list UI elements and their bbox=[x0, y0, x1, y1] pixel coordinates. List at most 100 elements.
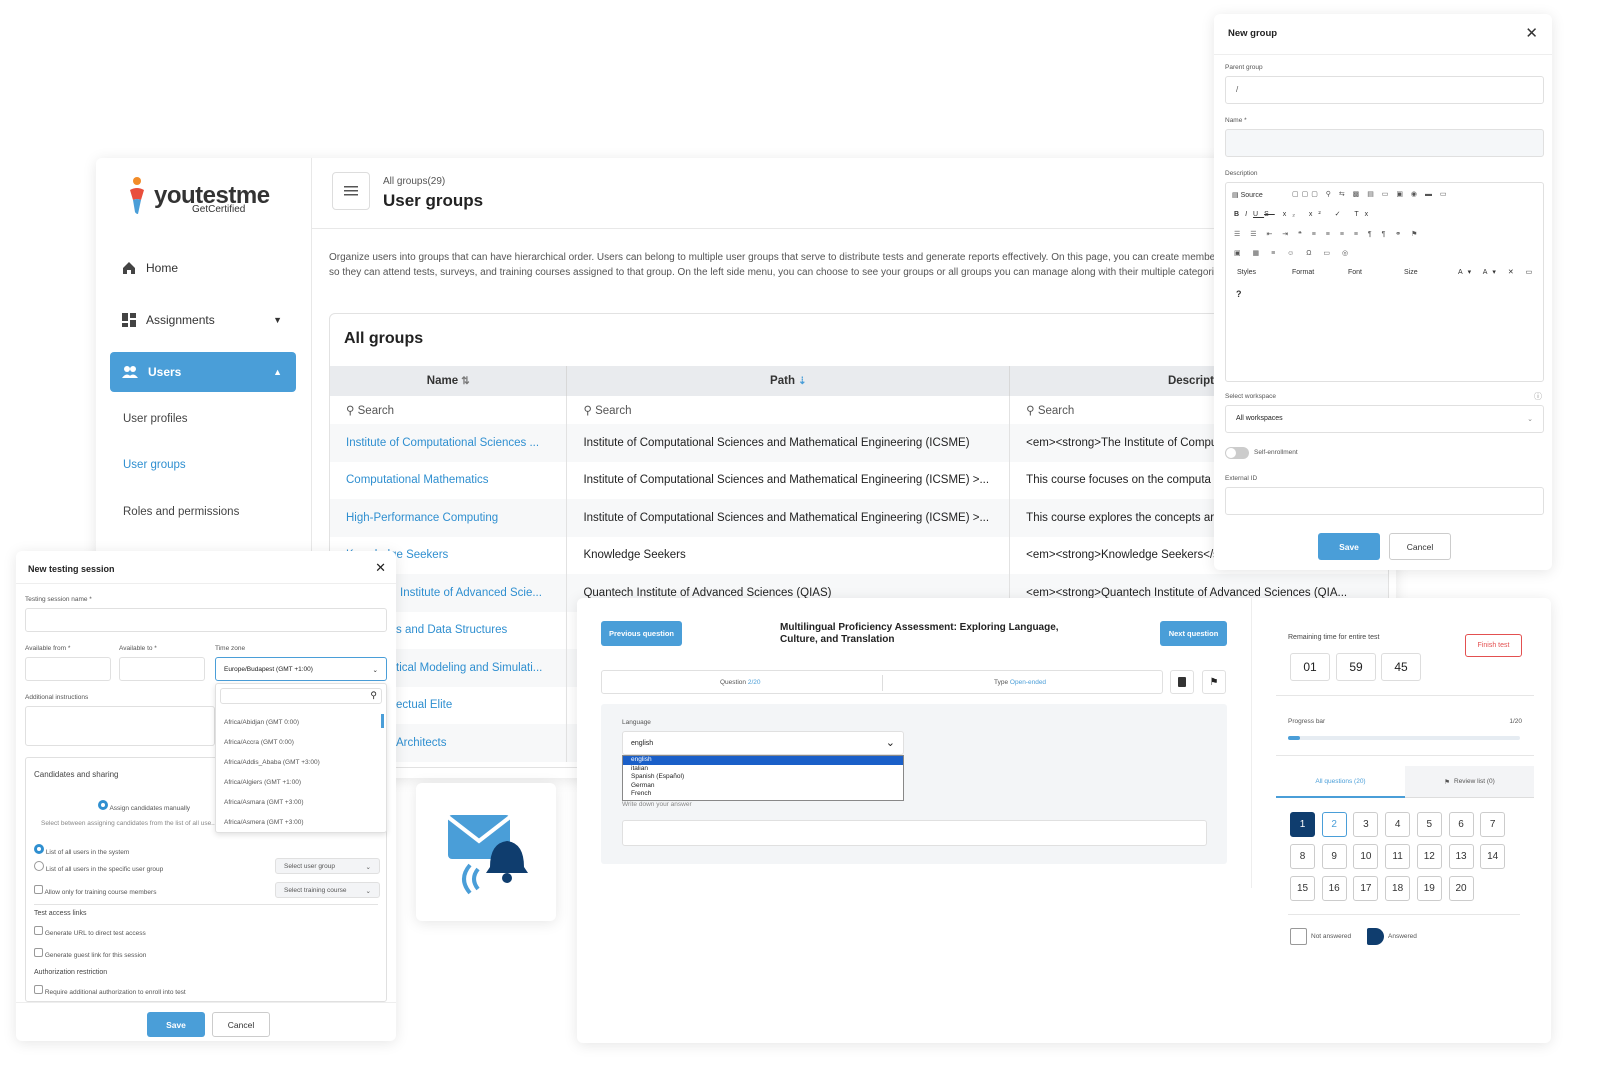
question-number-button[interactable]: 18 bbox=[1385, 876, 1411, 901]
workspace-select[interactable]: All workspaces ⌄ bbox=[1225, 405, 1544, 433]
self-enrollment-toggle[interactable] bbox=[1225, 447, 1249, 459]
group-name-link[interactable]: Institute of Computational Sciences ... bbox=[330, 424, 568, 462]
tab-review-list[interactable]: ⚑ Review list (0) bbox=[1405, 766, 1534, 798]
sort-icon[interactable]: ⇣ bbox=[798, 376, 806, 387]
question-number-button[interactable]: 14 bbox=[1480, 844, 1506, 869]
timezone-option[interactable]: Africa/Algiers (GMT +1:00) bbox=[224, 779, 301, 786]
editor-toolbar-row-4[interactable]: ▣ ▦ ≡ ☺ Ω ▭ ◎ bbox=[1234, 249, 1353, 257]
question-number-button[interactable]: 13 bbox=[1448, 844, 1474, 869]
option-all-users[interactable]: List of all users in the system bbox=[34, 844, 129, 856]
language-option[interactable]: French bbox=[623, 790, 903, 799]
question-number-button[interactable]: 12 bbox=[1416, 844, 1442, 869]
session-name-input[interactable] bbox=[25, 608, 387, 632]
column-header-name[interactable]: Name ⇅ bbox=[330, 366, 568, 396]
question-number-button[interactable]: 3 bbox=[1353, 812, 1379, 837]
question-number-button[interactable]: 10 bbox=[1353, 844, 1379, 869]
column-header-path[interactable]: Path ⇣ bbox=[566, 366, 1011, 396]
sidebar-item-users[interactable]: Users ▲ bbox=[110, 352, 296, 392]
group-name-link[interactable]: Computational Mathematics bbox=[330, 461, 568, 499]
previous-question-button[interactable]: Previous question bbox=[601, 621, 682, 646]
timezone-option[interactable]: Africa/Accra (GMT 0:00) bbox=[224, 739, 294, 746]
sort-icon[interactable]: ⇅ bbox=[461, 376, 469, 387]
timezone-option[interactable]: Africa/Asmera (GMT +3:00) bbox=[224, 819, 304, 826]
description-editor[interactable]: ▤ Source ▢▢▢ ⚲ ⇆ ▩ ▤ ▭ ▣ ◉ ▬ ▭ BIUS x₂ x… bbox=[1225, 182, 1544, 382]
close-icon[interactable]: ✕ bbox=[375, 560, 386, 576]
search-filter-path[interactable]: ⚲ Search bbox=[566, 396, 1011, 424]
breadcrumb[interactable]: All groups(29) bbox=[383, 176, 445, 187]
styles-dropdown[interactable]: Styles bbox=[1237, 269, 1256, 276]
question-number-button[interactable]: 2 bbox=[1321, 812, 1347, 837]
name-input[interactable] bbox=[1225, 129, 1544, 157]
sidebar-subitem-user-profiles[interactable]: User profiles bbox=[123, 413, 188, 425]
divider bbox=[1251, 598, 1252, 888]
language-select[interactable]: english ⌄ bbox=[622, 731, 904, 755]
next-question-button[interactable]: Next question bbox=[1160, 621, 1227, 646]
parent-group-label: Parent group bbox=[1225, 64, 1263, 71]
progress-value: 1/20 bbox=[1509, 718, 1522, 725]
close-icon[interactable]: ✕ bbox=[1525, 24, 1538, 42]
question-number-button[interactable]: 4 bbox=[1385, 812, 1411, 837]
timezone-option[interactable]: Africa/Asmara (GMT +3:00) bbox=[224, 799, 304, 806]
question-number-button[interactable]: 15 bbox=[1290, 876, 1315, 901]
question-number-button[interactable]: 6 bbox=[1448, 812, 1474, 837]
editor-toolbar-row-5[interactable]: A▾ A▾ ✕ ▭ bbox=[1458, 268, 1537, 276]
format-dropdown[interactable]: Format bbox=[1292, 269, 1314, 276]
question-number-button[interactable]: 8 bbox=[1290, 844, 1315, 869]
question-number-button[interactable]: 11 bbox=[1385, 844, 1411, 869]
assign-manual-option[interactable]: Assign candidates manually bbox=[98, 800, 190, 812]
require-auth-option[interactable]: Require additional authorization to enro… bbox=[34, 985, 186, 996]
sidebar-item-home[interactable]: Home bbox=[110, 248, 296, 288]
external-id-input[interactable] bbox=[1225, 487, 1544, 515]
cancel-button[interactable]: Cancel bbox=[1389, 533, 1451, 560]
tab-all-questions[interactable]: All questions (20) bbox=[1276, 766, 1405, 798]
question-number-button[interactable]: 9 bbox=[1321, 844, 1347, 869]
size-dropdown[interactable]: Size bbox=[1404, 269, 1418, 276]
language-option[interactable]: italian bbox=[623, 765, 903, 774]
select-user-group[interactable]: Select user group ⌄ bbox=[275, 858, 380, 874]
sidebar-subitem-user-groups[interactable]: User groups bbox=[123, 459, 186, 471]
editor-toolbar-row-1[interactable]: ▢▢▢ ⚲ ⇆ ▩ ▤ ▭ ▣ ◉ ▬ ▭ bbox=[1292, 190, 1450, 198]
calculator-icon[interactable] bbox=[1170, 670, 1194, 694]
save-button[interactable]: Save bbox=[1318, 533, 1380, 560]
select-training-course[interactable]: Select training course ⌄ bbox=[275, 882, 380, 898]
answer-input[interactable] bbox=[622, 820, 1207, 846]
progress-section: Progress bar 1/20 bbox=[1276, 706, 1534, 756]
option-user-group[interactable]: List of all users in the specific user g… bbox=[34, 861, 163, 873]
menu-toggle-button[interactable] bbox=[332, 172, 370, 210]
font-dropdown[interactable]: Font bbox=[1348, 269, 1362, 276]
language-option[interactable]: Spanish (Español) bbox=[623, 773, 903, 782]
sidebar-subitem-roles[interactable]: Roles and permissions bbox=[123, 506, 239, 518]
timezone-search-input[interactable]: ⚲ bbox=[220, 688, 382, 704]
group-name-link[interactable]: High-Performance Computing bbox=[330, 499, 568, 537]
language-option[interactable]: english bbox=[623, 756, 903, 765]
timezone-option[interactable]: Africa/Addis_Ababa (GMT +3:00) bbox=[224, 759, 320, 766]
timezone-select[interactable]: Europe/Budapest (GMT +1:00) ⌄ bbox=[215, 657, 387, 681]
finish-test-button[interactable]: Finish test bbox=[1465, 634, 1522, 657]
help-icon[interactable]: ? bbox=[1236, 289, 1242, 299]
generate-guest-option[interactable]: Generate guest link for this session bbox=[34, 948, 146, 959]
question-number-button[interactable]: 1 bbox=[1290, 812, 1315, 837]
available-from-input[interactable] bbox=[25, 657, 111, 681]
question-number-button[interactable]: 20 bbox=[1448, 876, 1474, 901]
instructions-input[interactable] bbox=[25, 706, 215, 746]
sidebar-item-assignments[interactable]: Assignments ▼ bbox=[110, 300, 296, 340]
question-number-button[interactable]: 19 bbox=[1416, 876, 1442, 901]
editor-toolbar-row-3[interactable]: ☰ ☰ ⇤ ⇥ ❝ ≡ ≡ ≡ ≡ ¶ ¶ ⚭ ⚑ bbox=[1234, 230, 1421, 238]
available-to-input[interactable] bbox=[119, 657, 205, 681]
save-button[interactable]: Save bbox=[147, 1012, 205, 1037]
cancel-button[interactable]: Cancel bbox=[212, 1012, 270, 1037]
generate-url-option[interactable]: Generate URL to direct test access bbox=[34, 926, 146, 937]
source-button[interactable]: ▤ Source bbox=[1232, 191, 1263, 199]
language-option[interactable]: German bbox=[623, 782, 903, 791]
search-filter-name[interactable]: ⚲ Search bbox=[330, 396, 568, 424]
parent-group-input[interactable]: / bbox=[1225, 76, 1544, 104]
flag-icon[interactable]: ⚑ bbox=[1202, 670, 1226, 694]
option-course-members[interactable]: Allow only for training course members bbox=[34, 885, 156, 896]
question-number-button[interactable]: 5 bbox=[1416, 812, 1442, 837]
editor-toolbar-row-2[interactable]: BIUS x₂ x² ✓ Tx bbox=[1234, 210, 1374, 218]
question-number-button[interactable]: 7 bbox=[1480, 812, 1506, 837]
timezone-option[interactable]: Africa/Abidjan (GMT 0:00) bbox=[224, 719, 299, 726]
question-number-button[interactable]: 16 bbox=[1321, 876, 1347, 901]
question-number-button[interactable]: 17 bbox=[1353, 876, 1379, 901]
scrollbar[interactable] bbox=[381, 714, 384, 728]
